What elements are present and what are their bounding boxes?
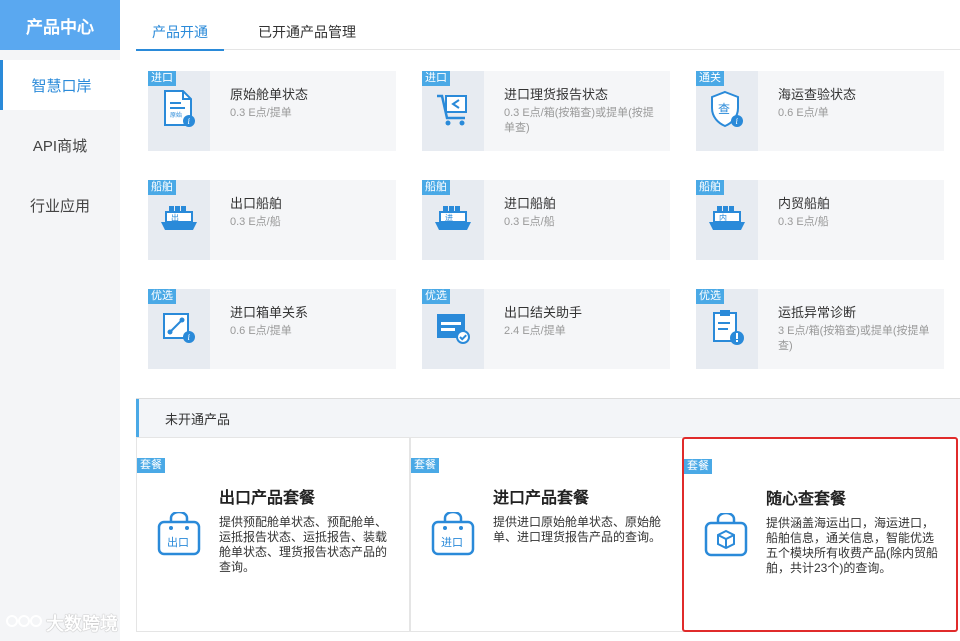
svg-text:原始: 原始 [170, 111, 182, 119]
package-title: 进口产品套餐 [493, 490, 590, 507]
svg-text:出: 出 [171, 212, 179, 222]
cart-report-icon [434, 90, 472, 133]
product-card-original-manifest[interactable]: 原始 i 进口 原始舱单状态 0.3 E点/提单 [148, 71, 396, 151]
product-title: 出口船舶 [230, 196, 283, 211]
product-price: 2.4 E点/提单 [504, 325, 566, 337]
svg-text:出口: 出口 [167, 535, 189, 549]
clipboard-alert-icon [708, 307, 746, 352]
product-price: 0.3 E点/船 [778, 216, 829, 228]
svg-text:i: i [188, 117, 191, 126]
package-card-suixincha[interactable]: 套餐 随心查套餐 提供涵盖海运出口，海运进口，船舶信息，通关信息，智能优选五个模… [682, 437, 958, 632]
product-tag: 船舶 [696, 180, 724, 195]
link-info-icon: i [160, 308, 198, 351]
not-opened-section: 未开通产品 套餐 出口产品套餐 提供预配舱单状态、预配舱单、运抵报告状态、运抵报… [136, 398, 960, 641]
svg-text:i: i [736, 117, 739, 126]
package-tag: 套餐 [684, 459, 712, 474]
ship-import-icon: 进 [433, 202, 473, 239]
product-card-export-ship[interactable]: 出 船舶 出口船舶 0.3 E点/船 [148, 180, 396, 260]
product-tag: 通关 [696, 71, 724, 86]
product-tag: 优选 [696, 289, 724, 304]
tab-opened-management[interactable]: 已开通产品管理 [242, 14, 372, 50]
svg-text:i: i [188, 333, 191, 342]
product-title: 海运查验状态 [778, 87, 857, 102]
watermark-logo-icon [6, 612, 42, 635]
product-tag: 船舶 [148, 180, 176, 195]
tab-product-open[interactable]: 产品开通 [136, 14, 224, 51]
ship-domestic-icon: 内 [707, 202, 747, 239]
section-title: 未开通产品 [136, 399, 960, 437]
package-tag: 套餐 [137, 458, 165, 473]
product-card-import-tally[interactable]: 进口 进口理货报告状态 0.3 E点/箱(按箱查)或提单(按提单查) [422, 71, 670, 151]
document-info-icon: 原始 i [161, 89, 197, 134]
product-tag: 优选 [148, 289, 176, 304]
bag-import-icon: 进口 [429, 510, 477, 563]
svg-text:进: 进 [445, 213, 453, 222]
package-desc: 提供进口原始舱单状态、原始舱单、进口理货报告产品的查询。 [493, 515, 662, 544]
package-card-import[interactable]: 套餐 进口产品套餐 提供进口原始舱单状态、原始舱单、进口理货报告产品的查询。 进… [410, 437, 684, 632]
product-tag: 进口 [422, 71, 450, 86]
package-card-export[interactable]: 套餐 出口产品套餐 提供预配舱单状态、预配舱单、运抵报告状态、运抵报告、装载舱单… [136, 437, 410, 632]
product-tag: 优选 [422, 289, 450, 304]
tab-bar: 产品开通 已开通产品管理 [136, 14, 960, 51]
product-title: 出口结关助手 [504, 305, 583, 320]
watermark-text: 大数跨境 [46, 614, 118, 634]
package-title: 出口产品套餐 [219, 490, 316, 507]
package-desc: 提供涵盖海运出口，海运进口，船舶信息，通关信息，智能优选五个模块所有收费产品(除… [766, 516, 938, 575]
product-price: 0.6 E点/提单 [230, 325, 292, 337]
sidebar-item-industry[interactable]: 行业应用 [0, 180, 120, 230]
ship-export-icon: 出 [159, 202, 199, 239]
sidebar: 产品中心 智慧口岸 API商城 行业应用 [0, 0, 120, 641]
bag-cube-icon [702, 511, 750, 564]
product-title: 原始舱单状态 [230, 87, 309, 102]
product-title: 进口理货报告状态 [504, 87, 609, 102]
product-price: 0.3 E点/船 [504, 216, 555, 228]
product-price: 0.6 E点/单 [778, 107, 829, 119]
svg-text:查: 查 [718, 102, 730, 116]
product-price: 0.3 E点/船 [230, 216, 281, 228]
package-tag: 套餐 [411, 458, 439, 473]
product-title: 运抵异常诊断 [778, 305, 857, 320]
package-title: 随心查套餐 [766, 491, 847, 508]
product-card-arrival-diagnosis[interactable]: 优选 运抵异常诊断 3 E点/箱(按箱查)或提单(按提单查) [696, 289, 944, 369]
package-desc: 提供预配舱单状态、预配舱单、运抵报告状态、运抵报告、装载舱单状态、理货报告状态产… [219, 515, 388, 574]
product-tag: 进口 [148, 71, 176, 86]
sidebar-item-api-mall[interactable]: API商城 [0, 120, 120, 170]
svg-text:内: 内 [719, 212, 727, 222]
product-card-import-box-relation[interactable]: i 优选 进口箱单关系 0.6 E点/提单 [148, 289, 396, 369]
product-card-domestic-ship[interactable]: 内 船舶 内贸船舶 0.3 E点/船 [696, 180, 944, 260]
svg-text:进口: 进口 [441, 536, 463, 549]
sidebar-item-smart-port[interactable]: 智慧口岸 [0, 60, 120, 110]
product-price: 0.3 E点/提单 [230, 107, 292, 119]
product-title: 进口船舶 [504, 196, 557, 211]
window-check-icon [433, 308, 473, 351]
watermark: 大数跨境 [6, 610, 118, 636]
product-price: 0.3 E点/箱(按箱查)或提单(按提单查) [504, 107, 654, 134]
sidebar-header: 产品中心 [0, 0, 120, 50]
product-card-import-ship[interactable]: 进 船舶 进口船舶 0.3 E点/船 [422, 180, 670, 260]
product-title: 进口箱单关系 [230, 305, 309, 320]
product-card-export-clearance[interactable]: 优选 出口结关助手 2.4 E点/提单 [422, 289, 670, 369]
bag-export-icon: 出口 [155, 510, 203, 563]
product-title: 内贸船舶 [778, 196, 831, 211]
product-card-sea-inspection[interactable]: 查 i 通关 海运查验状态 0.6 E点/单 [696, 71, 944, 151]
product-price: 3 E点/箱(按箱查)或提单(按提单查) [778, 325, 930, 352]
shield-inspect-icon: 查 i [709, 89, 745, 134]
product-tag: 船舶 [422, 180, 450, 195]
